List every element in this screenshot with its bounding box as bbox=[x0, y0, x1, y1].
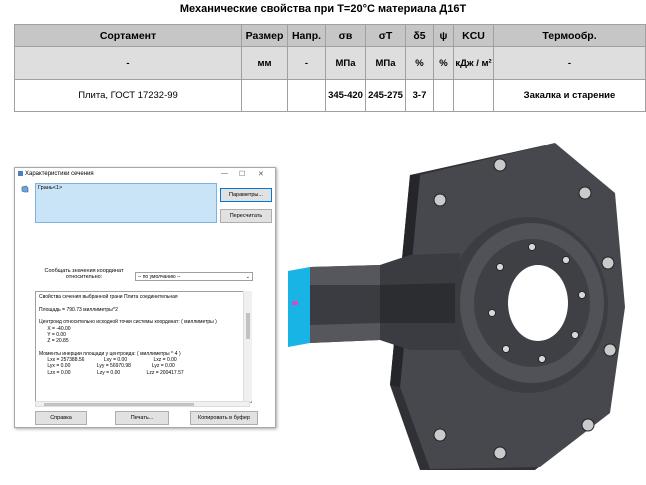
table-title: Механические свойства при Т=20°С материа… bbox=[179, 3, 467, 15]
recalculate-button[interactable]: Пересчитать bbox=[220, 209, 272, 223]
dialog-title: Характеристики сечения bbox=[25, 171, 94, 177]
cell-sortament: Плита, ГОСТ 17232-99 bbox=[14, 79, 242, 112]
header-delta5: δ5 bbox=[405, 24, 434, 47]
result-line: Площадь = 790.73 миллиметры^2 bbox=[39, 306, 118, 313]
face-selection-icon bbox=[21, 185, 29, 193]
unit-sigma-t: МПа bbox=[365, 46, 406, 80]
selected-entities-list[interactable]: Грань<1> bbox=[35, 183, 217, 223]
coords-select[interactable]: -- по умолчанию -- ⌄ bbox=[135, 272, 253, 281]
center-bore bbox=[508, 265, 568, 341]
face-list-item[interactable]: Грань<1> bbox=[38, 185, 62, 191]
cad-scene: Характеристики сечения — ☐ ✕ Грань<1> Па… bbox=[0, 135, 646, 485]
table-header-row: Сортамент Размер Напр. σв σT δ5 ψ KCU Те… bbox=[14, 24, 646, 47]
cell-delta5: 3-7 bbox=[405, 79, 434, 112]
help-button[interactable]: Справка bbox=[35, 411, 87, 425]
cell-termo: Закалка и старение bbox=[493, 79, 646, 112]
table-row: Плита, ГОСТ 17232-99 345-420 245-275 3-7… bbox=[14, 79, 646, 112]
flange-plate-model[interactable] bbox=[270, 135, 646, 485]
unit-sortament: - bbox=[14, 46, 242, 80]
selected-face-highlight[interactable] bbox=[288, 267, 310, 347]
header-sortament: Сортамент bbox=[14, 24, 242, 47]
results-textarea[interactable]: Свойства сечения выбранной грани Плита с… bbox=[35, 291, 252, 403]
cell-razmer bbox=[241, 79, 288, 112]
unit-kcu: кДж / м² bbox=[453, 46, 494, 80]
unit-termo: - bbox=[493, 46, 646, 80]
centroid-marker bbox=[292, 301, 298, 305]
unit-delta5: % bbox=[405, 46, 434, 80]
cell-kcu bbox=[453, 79, 494, 112]
results-vertical-scrollbar[interactable] bbox=[243, 291, 252, 401]
cell-psi bbox=[433, 79, 454, 112]
params-button[interactable]: Параметры... bbox=[220, 188, 272, 202]
print-button[interactable]: Печать... bbox=[115, 411, 169, 425]
unit-psi: % bbox=[433, 46, 454, 80]
cell-sigma-v: 345-420 bbox=[325, 79, 366, 112]
header-psi: ψ bbox=[433, 24, 454, 47]
header-kcu: KCU bbox=[453, 24, 494, 47]
section-properties-dialog: Характеристики сечения — ☐ ✕ Грань<1> Па… bbox=[14, 167, 276, 428]
unit-napr: - bbox=[287, 46, 326, 80]
maximize-icon[interactable]: ☐ bbox=[239, 170, 245, 178]
result-line: Lzx = 0.00 Lzy = 0.00 Lzz = 200417.57 bbox=[39, 369, 184, 376]
coords-select-value: -- по умолчанию -- bbox=[138, 274, 181, 280]
result-line: Z = 20.85 bbox=[39, 338, 69, 345]
result-line: Свойства сечения выбранной грани Плита с… bbox=[39, 294, 178, 300]
header-termo: Термообр. bbox=[493, 24, 646, 47]
cell-sigma-t: 245-275 bbox=[365, 79, 406, 112]
header-napr: Напр. bbox=[287, 24, 326, 47]
minimize-icon[interactable]: — bbox=[221, 170, 228, 177]
close-icon[interactable]: ✕ bbox=[258, 170, 264, 178]
header-sigma-v: σв bbox=[325, 24, 366, 47]
copy-to-clipboard-button[interactable]: Копировать в буфер bbox=[190, 411, 258, 425]
coords-label: Сообщать значения координат относительно… bbox=[44, 268, 124, 280]
header-razmer: Размер bbox=[241, 24, 288, 47]
table-units-row: - мм - МПа МПа % % кДж / м² - bbox=[14, 46, 646, 80]
unit-sigma-v: МПа bbox=[325, 46, 366, 80]
dialog-app-icon bbox=[18, 171, 23, 176]
unit-razmer: мм bbox=[241, 46, 288, 80]
cell-napr bbox=[287, 79, 326, 112]
chevron-down-icon[interactable]: ⌄ bbox=[246, 273, 250, 282]
results-horizontal-scrollbar[interactable] bbox=[35, 401, 250, 407]
dialog-titlebar[interactable]: Характеристики сечения — ☐ ✕ bbox=[15, 168, 275, 180]
material-properties-table: Сортамент Размер Напр. σв σT δ5 ψ KCU Те… bbox=[14, 24, 646, 112]
header-sigma-t: σT bbox=[365, 24, 406, 47]
